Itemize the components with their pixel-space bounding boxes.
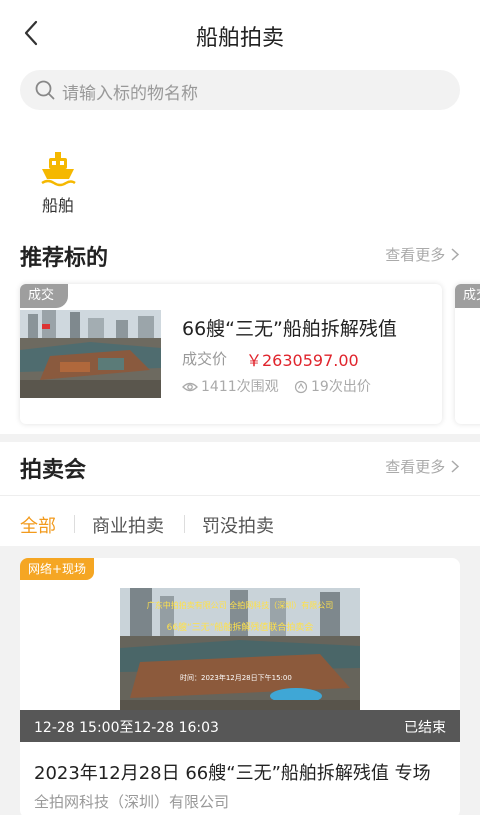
banner-time: 时间：2023年12月28日下午15:00 xyxy=(180,673,292,682)
auction-title: 拍卖会 xyxy=(20,458,87,483)
category-area: 船舶 xyxy=(0,122,480,222)
bid-count-text: 19次出价 xyxy=(311,379,371,395)
bid-icon xyxy=(294,380,308,394)
search-area: 请输入标的物名称 xyxy=(0,70,480,122)
category-label: 船舶 xyxy=(41,196,74,215)
recommended-item-card-next[interactable]: 成交 xyxy=(455,284,480,424)
search-icon xyxy=(35,80,55,100)
search-placeholder: 请输入标的物名称 xyxy=(62,84,198,104)
view-count: 1411次围观 xyxy=(182,376,279,396)
auction-section: 拍卖会 查看更多 全部 商业拍卖 罚没拍卖 xyxy=(0,442,480,546)
more-label: 查看更多 xyxy=(385,458,446,476)
chevron-right-icon xyxy=(451,460,460,473)
tab-separator xyxy=(184,515,185,533)
time-bar: 12-28 15:00至12-28 16:03 已结束 xyxy=(20,710,460,742)
search-input[interactable]: 请输入标的物名称 xyxy=(20,70,460,110)
tab-confiscated[interactable]: 罚没拍卖 xyxy=(202,512,274,538)
tab-all[interactable]: 全部 xyxy=(20,512,56,538)
auction-status: 已结束 xyxy=(404,720,446,736)
more-label: 查看更多 xyxy=(385,246,446,264)
ship-photo xyxy=(20,310,161,398)
auction-time-range: 12-28 15:00至12-28 16:03 xyxy=(34,720,219,736)
auction-card-title: 2023年12月28日 66艘“三无”船舶拆解残值 专场 xyxy=(34,763,431,784)
section-divider xyxy=(0,495,480,496)
tab-separator xyxy=(74,515,75,533)
bid-count: 19次出价 xyxy=(294,376,371,396)
recommended-item-card[interactable]: 成交 66艘“三无”船舶拆解残值 成交价 ￥2630597.00 1411次围观 xyxy=(20,284,442,424)
banner-line-2: 66艘“三无”船舶拆解残值联合拍卖会 xyxy=(167,621,314,633)
price-label: 成交价 xyxy=(182,350,228,368)
chevron-right-icon xyxy=(451,248,460,261)
auction-organizer: 全拍网科技（深圳）有限公司 xyxy=(34,793,230,811)
eye-icon xyxy=(182,382,198,392)
category-ship[interactable]: 船舶 xyxy=(30,144,86,215)
banner-line-1: 广东中拍拍卖有限公司 全拍网科技（深圳）有限公司 xyxy=(147,600,334,610)
deal-status-tag: 成交 xyxy=(20,284,69,308)
recommended-more-link[interactable]: 查看更多 xyxy=(385,244,460,265)
recommended-title: 推荐标的 xyxy=(20,246,109,271)
app-header: 船舶拍卖 xyxy=(0,0,480,70)
auction-card[interactable]: 网络+现场 广东中拍拍卖有限公司 全拍网科技（深圳）有限公司 66艘“三无”船舶… xyxy=(20,558,460,815)
item-name: 66艘“三无”船舶拆解残值 xyxy=(182,318,397,340)
tab-commercial[interactable]: 商业拍卖 xyxy=(92,512,164,538)
auction-more-link[interactable]: 查看更多 xyxy=(385,456,460,477)
deal-status-tag: 成交 xyxy=(455,284,480,308)
auction-mode-badge: 网络+现场 xyxy=(20,558,95,580)
recommended-section: 推荐标的 查看更多 成交 66艘“三无”船舶拆解残值 成交价 ￥2630597.… xyxy=(0,222,480,434)
page-title: 船舶拍卖 xyxy=(195,26,284,51)
ship-icon xyxy=(41,152,76,187)
view-count-text: 1411次围观 xyxy=(201,379,279,395)
price-value: ￥2630597.00 xyxy=(246,351,359,370)
auction-banner-image: 广东中拍拍卖有限公司 全拍网科技（深圳）有限公司 66艘“三无”船舶拆解残值联合… xyxy=(120,588,360,710)
